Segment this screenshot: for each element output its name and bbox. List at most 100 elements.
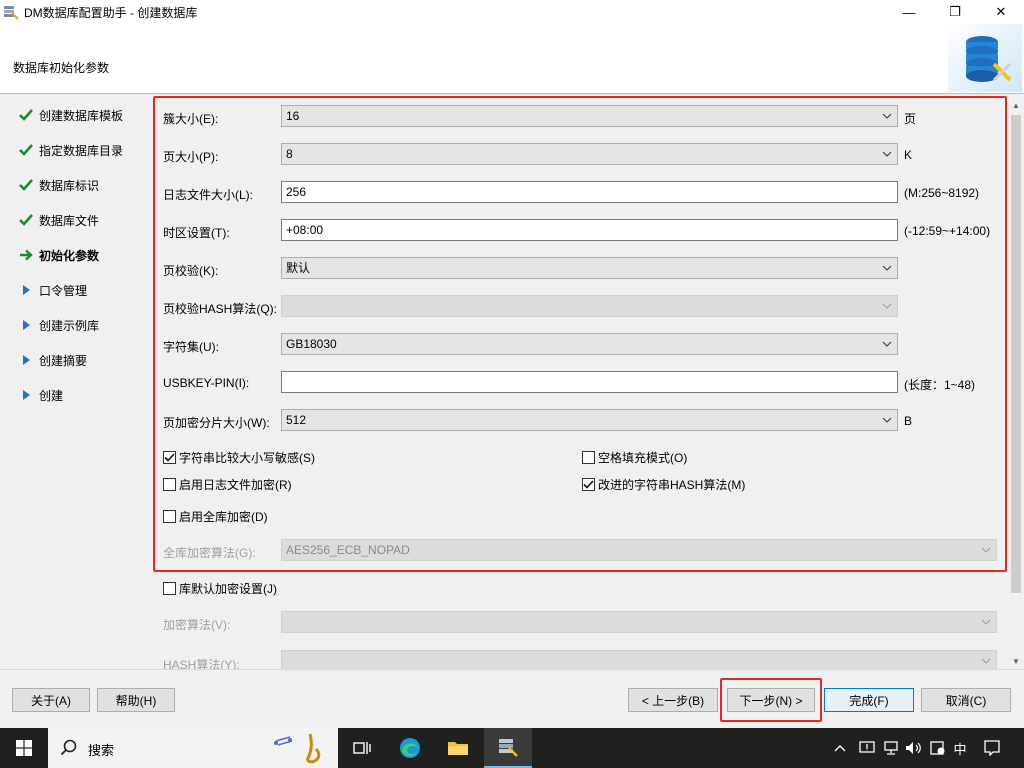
- step-label: 口令管理: [39, 283, 88, 298]
- vertical-scrollbar[interactable]: ▲ ▼: [1009, 97, 1023, 669]
- log-encrypt-checkbox[interactable]: 启用日志文件加密(R): [163, 476, 292, 493]
- checkbox-unchecked-icon: [163, 510, 176, 523]
- action-center-button[interactable]: [980, 728, 1004, 768]
- close-button[interactable]: ✕: [978, 0, 1024, 24]
- windows-icon: [16, 740, 32, 756]
- usbkey-pin-length: (长度：1~48): [904, 378, 976, 392]
- ime-mode-icon: [930, 741, 945, 755]
- improved-hash-checkbox[interactable]: 改进的字符串HASH算法(M): [582, 476, 745, 493]
- full-enc-algo-value: AES256_ECB_NOPAD: [286, 543, 410, 557]
- taskbar-search[interactable]: 搜索: [48, 728, 338, 768]
- blank-pad-checkbox[interactable]: 空格填充模式(O): [582, 449, 687, 466]
- wizard-footer: 关于(A) 帮助(H) < 上一步(B) 下一步(N) > 完成(F) 取消(C…: [0, 669, 1024, 728]
- triangle-right-icon: [16, 387, 36, 403]
- tray-notify-button[interactable]: [856, 728, 878, 768]
- page-hash-select[interactable]: [281, 295, 898, 317]
- usbkey-pin-input[interactable]: [281, 371, 898, 393]
- page-hash-label: 页校验HASH算法(Q):: [163, 302, 278, 316]
- check-icon: [16, 142, 36, 158]
- help-button[interactable]: 帮助(H): [97, 688, 175, 712]
- tray-ime-mode-button[interactable]: [927, 728, 949, 768]
- default-enc-checkbox[interactable]: 库默认加密设置(J): [163, 580, 277, 597]
- page-size-select[interactable]: 8: [281, 143, 898, 165]
- page-check-select[interactable]: 默认: [281, 257, 898, 279]
- cancel-button[interactable]: 取消(C): [921, 688, 1011, 712]
- extent-size-unit: 页: [904, 112, 917, 126]
- wizard-steps: 创建数据库模板 指定数据库目录 数据库标识 数据库文件 初始化参数 口令管理 创…: [0, 94, 150, 669]
- page-size-value: 8: [286, 147, 293, 161]
- blank-pad-label: 空格填充模式(O): [598, 451, 688, 465]
- scroll-up-icon[interactable]: ▲: [1009, 98, 1023, 112]
- step-label: 创建摘要: [39, 353, 88, 368]
- back-button[interactable]: < 上一步(B): [628, 688, 718, 712]
- minimize-button[interactable]: —: [886, 0, 932, 24]
- checkbox-unchecked-icon: [582, 451, 595, 464]
- chevron-down-icon: [881, 106, 893, 126]
- step-create-template: 创建数据库模板: [16, 105, 123, 125]
- maximize-button[interactable]: ❐: [932, 0, 978, 24]
- tray-overflow-button[interactable]: [830, 728, 850, 768]
- step-label: 数据库文件: [39, 213, 100, 228]
- page-title: 数据库初始化参数: [13, 61, 110, 75]
- triangle-right-icon: [16, 352, 36, 368]
- full-encrypt-checkbox[interactable]: 启用全库加密(D): [163, 508, 268, 525]
- tray-volume-button[interactable]: [903, 728, 925, 768]
- volume-icon: [906, 742, 921, 754]
- minimize-icon: —: [902, 4, 916, 20]
- check-icon: [16, 212, 36, 228]
- full-enc-algo-select[interactable]: AES256_ECB_NOPAD: [281, 539, 997, 561]
- help-label: 帮助(H): [115, 693, 157, 708]
- close-icon: ✕: [995, 4, 1007, 19]
- step-init-params: 初始化参数: [16, 245, 99, 265]
- step-label: 创建示例库: [39, 318, 100, 333]
- network-icon: [884, 741, 898, 755]
- enc-slice-value: 512: [286, 413, 307, 427]
- hash-algo-select[interactable]: [281, 650, 997, 669]
- next-label: 下一步(N) >: [739, 693, 803, 708]
- extent-size-select[interactable]: 16: [281, 105, 898, 127]
- action-center-icon: [984, 740, 1000, 756]
- task-view-icon: [353, 742, 371, 754]
- edge-button[interactable]: [386, 728, 434, 768]
- arrow-right-icon: [16, 247, 36, 263]
- charset-label: 字符集(U):: [163, 340, 219, 354]
- file-explorer-icon: [448, 742, 468, 755]
- checkbox-unchecked-icon: [163, 478, 176, 491]
- step-label: 初始化参数: [39, 248, 100, 263]
- scroll-thumb[interactable]: [1011, 115, 1021, 593]
- case-sensitive-checkbox[interactable]: 字符串比较大小写敏感(S): [163, 449, 315, 466]
- scroll-down-icon[interactable]: ▼: [1009, 654, 1023, 668]
- next-button[interactable]: 下一步(N) >: [727, 688, 815, 712]
- log-size-input[interactable]: 256: [281, 181, 898, 203]
- page-check-label: 页校验(K):: [163, 264, 219, 278]
- checkbox-unchecked-icon: [163, 582, 176, 595]
- page-size-label: 页大小(P):: [163, 150, 219, 164]
- enc-slice-select[interactable]: 512: [281, 409, 898, 431]
- chevron-down-icon: [881, 258, 893, 278]
- step-summary: 创建摘要: [16, 350, 87, 370]
- ime-label: 中: [953, 741, 967, 757]
- edge-icon: [400, 738, 420, 758]
- step-sample-db: 创建示例库: [16, 315, 99, 335]
- ime-language-button[interactable]: 中: [948, 728, 972, 768]
- dm-config-button[interactable]: [484, 728, 532, 768]
- check-icon: [16, 177, 36, 193]
- extent-size-value: 16: [286, 109, 300, 123]
- enc-algo-select[interactable]: [281, 611, 997, 633]
- start-button[interactable]: [0, 728, 48, 768]
- cancel-label: 取消(C): [945, 693, 987, 708]
- time-zone-input[interactable]: +08:00: [281, 219, 898, 241]
- charset-select[interactable]: GB18030: [281, 333, 898, 355]
- full-encrypt-label: 启用全库加密(D): [179, 510, 268, 524]
- step-create: 创建: [16, 385, 63, 405]
- dm-config-icon: [499, 739, 518, 757]
- back-label: < 上一步(B): [641, 693, 705, 708]
- task-view-button[interactable]: [338, 728, 386, 768]
- finish-button[interactable]: 完成(F): [824, 688, 914, 712]
- file-explorer-button[interactable]: [434, 728, 482, 768]
- chevron-down-icon: [980, 651, 992, 669]
- tray-network-button[interactable]: [880, 728, 902, 768]
- step-label: 指定数据库目录: [39, 143, 124, 158]
- about-button[interactable]: 关于(A): [12, 688, 90, 712]
- search-icon: [60, 739, 77, 756]
